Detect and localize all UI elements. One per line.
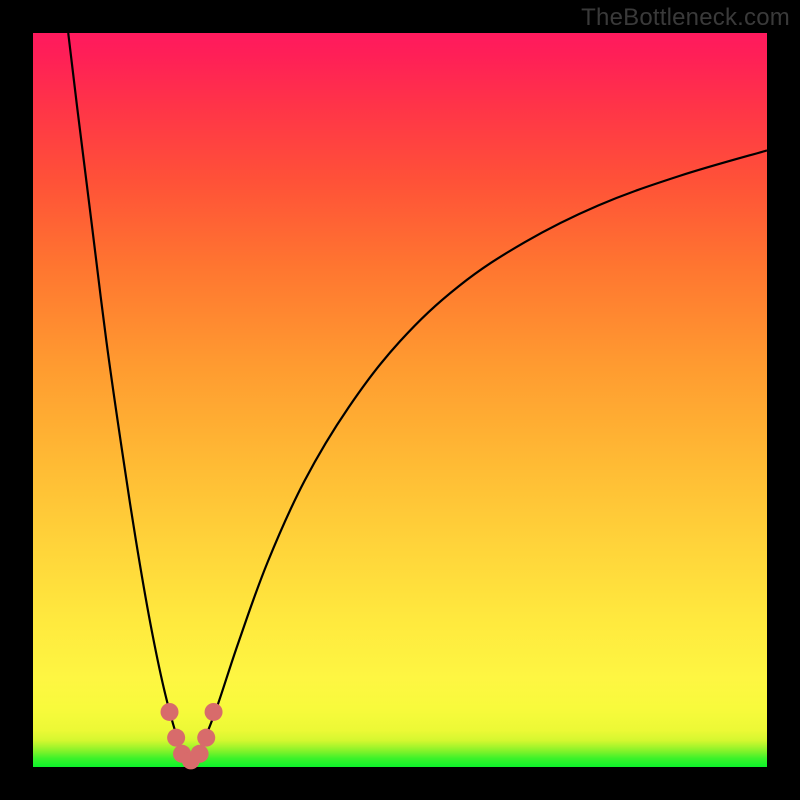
curve-right-branch — [191, 150, 767, 763]
valley-marker-dot — [205, 703, 223, 721]
watermark-text: TheBottleneck.com — [581, 4, 790, 32]
chart-svg — [33, 33, 767, 767]
valley-marker-dot — [191, 745, 209, 763]
plot-area — [33, 33, 767, 767]
valley-marker-dot — [161, 703, 179, 721]
valley-marker-dot — [197, 729, 215, 747]
curve-group — [68, 33, 767, 763]
chart-frame: TheBottleneck.com — [0, 0, 800, 800]
valley-markers — [161, 703, 223, 769]
valley-marker-dot — [167, 729, 185, 747]
curve-left-branch — [68, 33, 191, 763]
